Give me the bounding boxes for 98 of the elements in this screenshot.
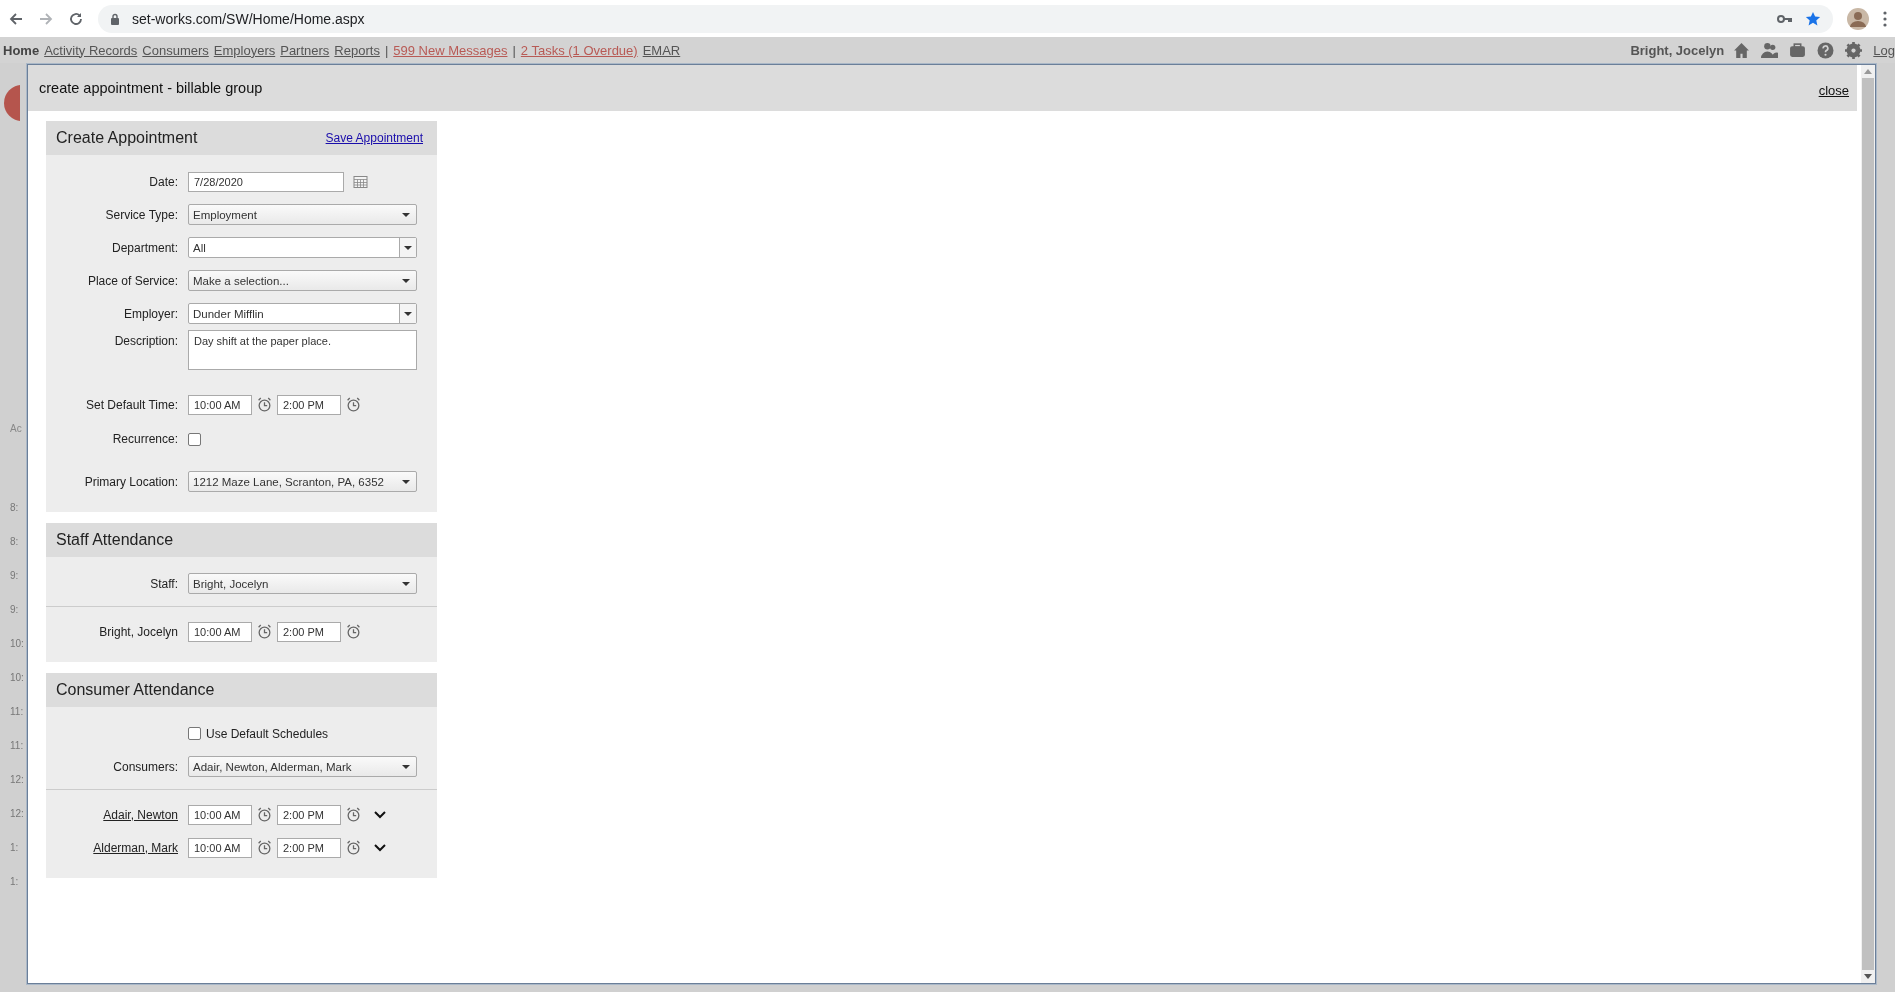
nav-link[interactable]: Consumers (142, 42, 209, 58)
consumer-link[interactable]: Alderman, Mark (93, 840, 178, 855)
dropdown[interactable]: Employment (188, 204, 417, 225)
caret-icon (404, 311, 412, 316)
dropdown[interactable]: Bright, Jocelyn (188, 573, 417, 594)
time-label: 9: (9, 604, 19, 617)
caret-icon (402, 278, 410, 283)
caret-icon (402, 764, 410, 769)
avatar-icon[interactable] (1847, 7, 1869, 30)
caret-icon (402, 212, 410, 217)
field-label: Place of Service: (87, 273, 178, 288)
address-bar[interactable]: set-works.com/SW/Home/Home.aspx (98, 4, 1833, 33)
alarm-clock-icon[interactable] (346, 397, 361, 412)
star-icon[interactable] (1805, 10, 1821, 27)
people-icon[interactable] (1761, 41, 1779, 59)
checkbox-label: Use Default Schedules (206, 726, 329, 741)
background-label: Ac (9, 423, 22, 434)
time-label: 1: (9, 876, 19, 889)
time-label: 8: (9, 502, 19, 515)
field-label: Recurrence: (112, 432, 178, 446)
time-field[interactable]: 2:00 PM (277, 837, 341, 858)
caret-icon (402, 479, 410, 484)
logout-link[interactable]: Log (1873, 42, 1895, 58)
reload-icon[interactable] (68, 10, 84, 27)
user-name: Bright, Jocelyn (1630, 42, 1725, 58)
help-icon[interactable] (1817, 41, 1835, 59)
dropdown[interactable]: 1212 Maze Lane, Scranton, PA, 6352 (188, 471, 417, 492)
nav-link[interactable]: Reports (334, 42, 380, 58)
close-link[interactable]: close (1818, 82, 1849, 98)
alarm-clock-icon[interactable] (346, 624, 361, 639)
time-label: 1: (9, 842, 19, 855)
description-field[interactable]: Day shift at the paper place. (188, 330, 417, 370)
alarm-clock-icon[interactable] (257, 807, 272, 822)
menu-icon[interactable] (1883, 10, 1887, 27)
time-field[interactable]: 2:00 PM (277, 394, 341, 415)
consumer-link[interactable]: Adair, Newton (103, 807, 178, 822)
checkbox[interactable] (188, 727, 201, 740)
field-label: Date: (149, 174, 178, 189)
nav-link[interactable]: Employers (213, 42, 276, 58)
time-label: 12: (9, 808, 24, 821)
combo-box[interactable]: Dunder Mifflin (188, 303, 417, 324)
briefcase-icon[interactable] (1789, 41, 1807, 59)
dropdown[interactable]: Make a selection... (188, 270, 417, 291)
time-label: 10: (9, 672, 24, 685)
save-link[interactable]: Save Appointment (325, 131, 423, 145)
time-label: 12: (9, 774, 24, 787)
field-label: Service Type: (105, 207, 178, 222)
chevron-down-icon[interactable] (374, 810, 386, 819)
nav-link[interactable]: Activity Records (44, 42, 138, 58)
field-label: Employer: (123, 306, 178, 321)
alarm-clock-icon[interactable] (257, 624, 272, 639)
nav-link[interactable]: Partners (280, 42, 330, 58)
field-label: Bright, Jocelyn (99, 624, 178, 639)
alarm-clock-icon[interactable] (257, 840, 272, 855)
alarm-clock-icon[interactable] (346, 840, 361, 855)
home-icon[interactable] (1733, 41, 1751, 59)
scrollbar[interactable] (1861, 65, 1875, 983)
caret-icon (402, 581, 410, 586)
alarm-clock-icon[interactable] (346, 807, 361, 822)
field-label: Description: (114, 334, 178, 348)
time-label: 9: (9, 570, 19, 583)
time-field[interactable]: 2:00 PM (277, 804, 341, 825)
lock-icon (110, 12, 120, 25)
caret-icon (404, 245, 412, 250)
back-icon[interactable] (8, 10, 24, 27)
nav-separator: | (384, 42, 389, 58)
scroll-down-icon[interactable] (1864, 974, 1872, 979)
section-title: Consumer Attendance (56, 681, 215, 699)
nav-link[interactable]: EMAR (642, 42, 681, 58)
time-label: 8: (9, 536, 19, 549)
time-field[interactable]: 10:00 AM (188, 837, 252, 858)
field-label: Set Default Time: (85, 397, 178, 412)
calendar-icon[interactable] (353, 175, 368, 188)
section-title: Staff Attendance (56, 531, 174, 549)
time-label: 10: (9, 638, 24, 651)
time-field[interactable]: 10:00 AM (188, 804, 252, 825)
nav-separator: | (512, 42, 516, 58)
time-field[interactable]: 10:00 AM (188, 621, 252, 642)
dropdown[interactable]: Adair, Newton, Alderman, Mark (188, 756, 417, 777)
field-label: Consumers: (113, 759, 178, 774)
alarm-clock-icon[interactable] (257, 397, 272, 412)
field-label: Primary Location: (84, 474, 178, 489)
nav-link[interactable]: Home (3, 42, 40, 58)
time-label: 11: (9, 706, 24, 719)
combo-box[interactable]: All (188, 237, 417, 258)
scroll-up-icon[interactable] (1864, 69, 1872, 74)
section-title: Create Appointment (56, 129, 198, 147)
field-label: Staff: (150, 576, 178, 591)
field-label: Department: (111, 240, 178, 255)
chevron-down-icon[interactable] (374, 843, 386, 852)
date-field[interactable]: 7/28/2020 (188, 171, 344, 192)
time-label: 11: (9, 740, 24, 753)
key-icon[interactable] (1777, 13, 1793, 24)
checkbox[interactable] (188, 432, 201, 446)
dialog-title: create appointment - billable group (39, 80, 264, 96)
time-field[interactable]: 2:00 PM (277, 621, 341, 642)
time-field[interactable]: 10:00 AM (188, 394, 252, 415)
settings-icon[interactable] (1845, 41, 1863, 59)
